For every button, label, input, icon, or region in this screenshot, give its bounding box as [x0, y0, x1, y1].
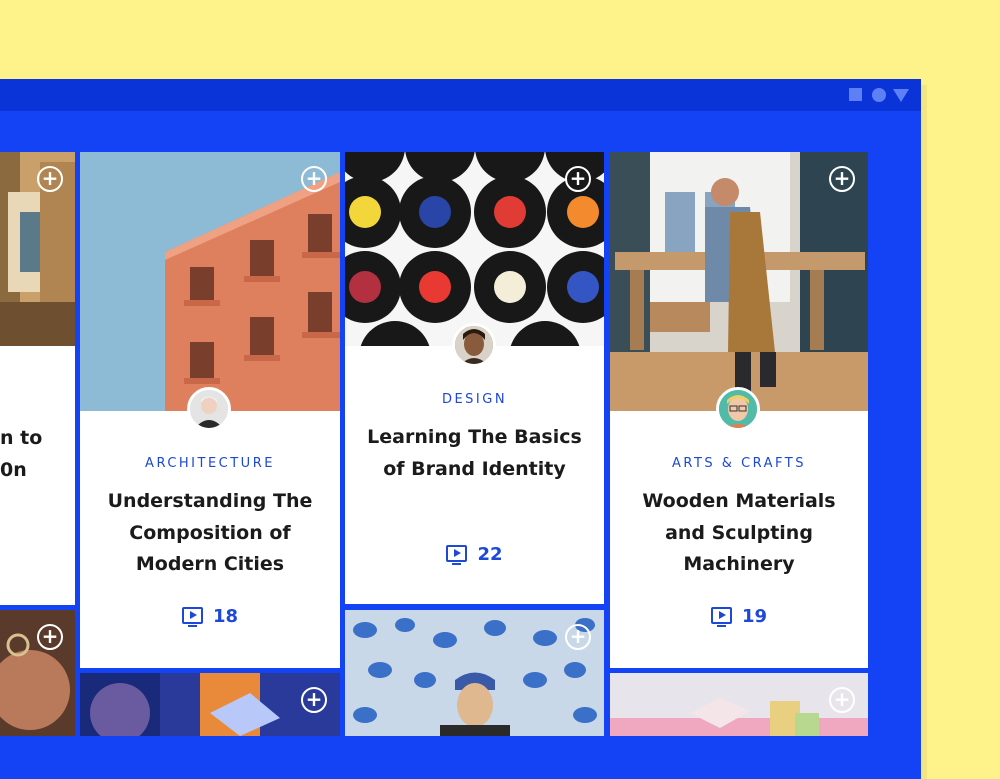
course-card[interactable]: + ARTS & CRAFTS Wooden Materials and Scu…: [610, 152, 868, 668]
video-icon: [446, 545, 468, 565]
course-image: [0, 610, 75, 736]
video-icon: [710, 607, 732, 627]
course-category: DESIGN: [441, 392, 508, 407]
course-card[interactable]: + DESIGN Learning The Basics of Brand Id…: [345, 152, 604, 604]
video-icon: [181, 607, 203, 627]
course-image: [345, 610, 604, 736]
course-card[interactable]: +: [610, 673, 868, 736]
circle-icon[interactable]: [872, 88, 886, 102]
lesson-count: 19: [610, 606, 868, 627]
course-title: Wooden Materials and Sculpting Machinery: [642, 490, 836, 575]
avatar: [187, 387, 231, 431]
triangle-icon[interactable]: [893, 89, 909, 102]
add-icon[interactable]: +: [37, 624, 63, 650]
course-card[interactable]: + n to 0n: [0, 152, 75, 605]
square-icon[interactable]: [849, 88, 862, 101]
course-card[interactable]: +: [80, 673, 340, 736]
course-card[interactable]: +: [0, 610, 75, 736]
course-card[interactable]: + ARCHITECTURE Understanding The Composi…: [80, 152, 340, 668]
course-card[interactable]: +: [345, 610, 604, 736]
lesson-count: 18: [80, 606, 340, 627]
course-title: n to 0n: [0, 427, 43, 481]
course-category: ARCHITECTURE: [145, 456, 275, 471]
course-title: Learning The Basics of Brand Identity: [367, 426, 582, 480]
lesson-count: 22: [345, 544, 604, 565]
add-icon[interactable]: +: [829, 687, 855, 713]
add-icon[interactable]: +: [565, 624, 591, 650]
add-icon[interactable]: +: [565, 166, 591, 192]
course-title: Understanding The Composition of Modern …: [107, 490, 313, 575]
add-icon[interactable]: +: [37, 166, 63, 192]
course-image: [80, 152, 340, 411]
avatar: [452, 323, 496, 367]
title-bar: [0, 79, 921, 111]
add-icon[interactable]: +: [301, 166, 327, 192]
add-icon[interactable]: +: [829, 166, 855, 192]
course-image: [610, 152, 868, 411]
avatar: [716, 387, 760, 431]
course-category: ARTS & CRAFTS: [672, 456, 806, 471]
add-icon[interactable]: +: [301, 687, 327, 713]
